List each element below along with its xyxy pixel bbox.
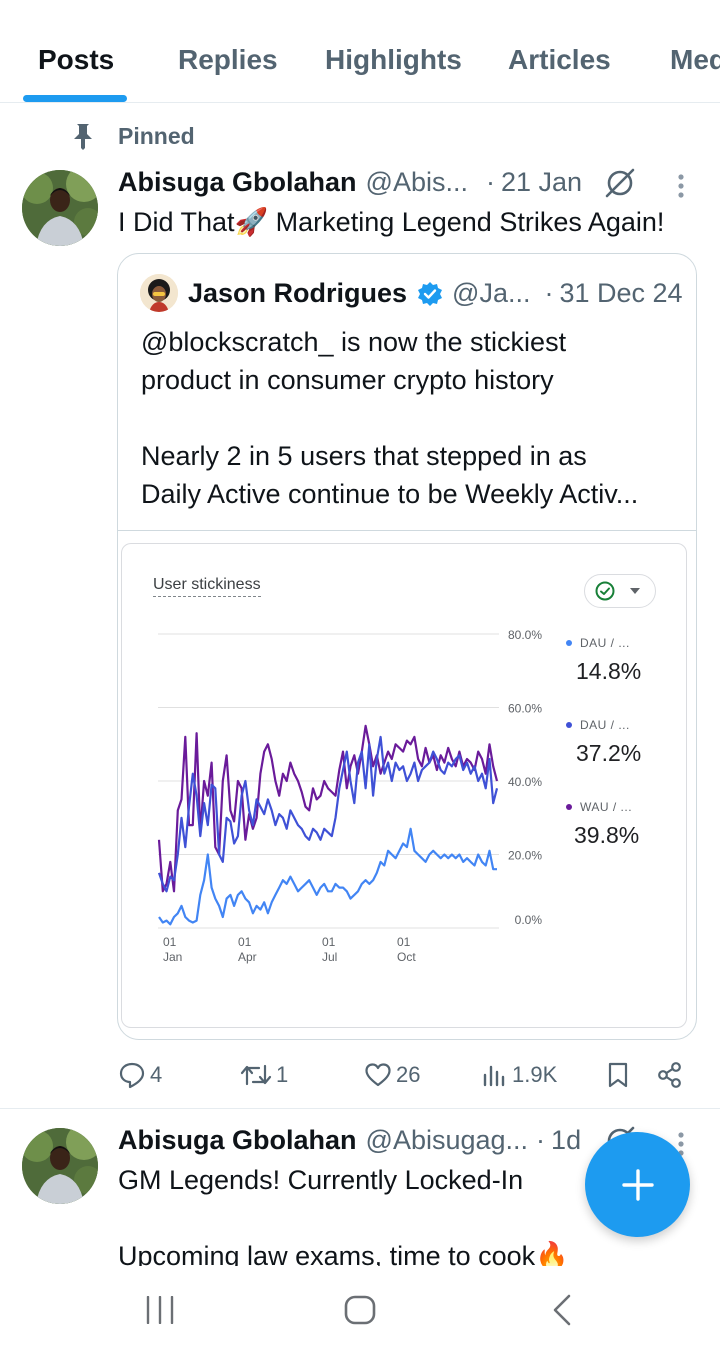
author-name[interactable]: Abisuga Gbolahan: [118, 167, 357, 198]
legend-series-name: DAU / ...: [580, 636, 630, 650]
reply-button[interactable]: 4: [118, 1061, 162, 1089]
quoted-text-line: @blockscratch_ is now the stickiest: [141, 327, 567, 357]
header-separator: ·: [536, 1125, 546, 1155]
user-stickiness-chart: 80.0%60.0%40.0%20.0%0.0%01Jan01Apr01Jul0…: [157, 628, 543, 964]
like-count: 26: [396, 1062, 421, 1087]
quoted-text-line: product in consumer crypto history: [141, 365, 554, 395]
reply-icon: [119, 1062, 145, 1089]
pin-icon: [74, 124, 92, 150]
x-tick-label: 01: [238, 935, 252, 949]
x-tick-label: 01: [397, 935, 411, 949]
share-icon[interactable]: [656, 1061, 684, 1089]
tab-replies[interactable]: Replies: [178, 44, 278, 76]
y-tick-label: 0.0%: [515, 913, 543, 927]
x-tick-label: Oct: [397, 950, 416, 964]
x-tick-label: Apr: [238, 950, 257, 964]
header-separator: ·: [485, 167, 495, 197]
more-options-icon[interactable]: [677, 173, 685, 201]
legend-series-value: 39.8%: [574, 822, 640, 848]
x-tick-label: Jan: [163, 950, 182, 964]
legend-item: WAU / ... 39.8%: [566, 800, 639, 849]
author-handle[interactable]: @Abisugag...: [366, 1125, 529, 1156]
verified-badge-icon: [418, 281, 443, 306]
y-tick-label: 40.0%: [508, 775, 542, 789]
repost-count: 1: [276, 1062, 289, 1087]
post-divider: [0, 1108, 720, 1109]
views-button[interactable]: 1.9K: [482, 1061, 557, 1089]
pinned-indicator: Pinned: [72, 120, 195, 152]
legend-series-value: 37.2%: [576, 740, 642, 766]
tab-highlights[interactable]: Highlights: [325, 44, 462, 76]
tab-media[interactable]: Media: [670, 44, 720, 76]
repost-icon: [240, 1064, 272, 1086]
y-tick-label: 60.0%: [508, 702, 542, 716]
legend-series-name: DAU / ...: [580, 718, 630, 732]
reply-count: 4: [150, 1062, 163, 1087]
profile-tabs: Posts Replies Highlights Articles Media: [0, 0, 720, 103]
grok-icon[interactable]: [603, 166, 637, 200]
x-tick-label: Jul: [322, 950, 337, 964]
series-line-0: [158, 827, 497, 926]
y-tick-label: 20.0%: [508, 849, 542, 863]
quoted-header: Jason Rodrigues @Ja... · 31 Dec 24: [188, 278, 683, 309]
legend-series-value: 14.8%: [576, 658, 642, 684]
legend-item: DAU / ... 37.2%: [566, 718, 641, 767]
repost-button[interactable]: 1: [240, 1061, 288, 1089]
quoted-media-divider: [118, 530, 696, 531]
compose-post-button[interactable]: [585, 1132, 690, 1237]
y-tick-label: 80.0%: [508, 628, 542, 642]
recent-apps-icon[interactable]: [145, 1296, 175, 1324]
quoted-post[interactable]: Jason Rodrigues @Ja... · 31 Dec 24 @bloc…: [117, 253, 697, 1040]
active-tab-indicator: [23, 95, 127, 102]
quoted-author-handle: @Ja...: [452, 278, 531, 308]
tab-posts[interactable]: Posts: [38, 44, 114, 76]
tweet-header: Abisuga Gbolahan @Abis... · 21 Jan: [118, 167, 582, 198]
post-date[interactable]: 1d: [551, 1125, 581, 1156]
post-date[interactable]: 21 Jan: [501, 167, 582, 198]
like-button[interactable]: 26: [364, 1061, 420, 1089]
plus-icon: [621, 1168, 654, 1201]
home-icon[interactable]: [344, 1295, 376, 1325]
x-tick-label: 01: [163, 935, 177, 949]
post-actions: 4 1 26 1.9K: [0, 1055, 720, 1095]
legend-dot: [566, 804, 572, 810]
pinned-label: Pinned: [118, 122, 195, 149]
quoted-text-line: Nearly 2 in 5 users that stepped in as: [141, 441, 587, 471]
views-icon: [483, 1065, 505, 1087]
chart-image: User stickiness 80.0% 60.0% 40.0% 20.0% 0.0%…: [121, 543, 687, 1028]
post-text-line: Upcoming law exams, time to cook🔥: [118, 1241, 569, 1266]
avatar[interactable]: [22, 1128, 98, 1204]
legend-item: DAU / ... 14.8%: [566, 636, 641, 685]
legend-dot: [566, 722, 572, 728]
quoted-header-separator: ·: [544, 278, 554, 308]
author-name[interactable]: Abisuga Gbolahan: [118, 1125, 357, 1156]
back-icon[interactable]: [551, 1294, 573, 1326]
avatar[interactable]: [22, 170, 98, 246]
system-navigation-bar: [0, 1266, 720, 1357]
legend-series-name: WAU / ...: [580, 800, 633, 814]
views-count: 1.9K: [512, 1062, 558, 1087]
quoted-post-date: 31 Dec 24: [559, 278, 683, 308]
tab-articles[interactable]: Articles: [508, 44, 611, 76]
quoted-text-line: Daily Active continue to be Weekly Activ…: [141, 479, 639, 509]
quoted-avatar: [140, 274, 178, 312]
heart-icon: [365, 1063, 391, 1087]
bookmark-icon[interactable]: [606, 1061, 630, 1089]
tweet-header: Abisuga Gbolahan @Abisugag... · 1d: [118, 1125, 581, 1156]
legend-dot: [566, 640, 572, 646]
post-text-line: GM Legends! Currently Locked-In: [118, 1165, 524, 1195]
post-text: I Did That🚀 Marketing Legend Strikes Aga…: [118, 207, 665, 237]
x-tick-label: 01: [322, 935, 336, 949]
quoted-author-name: Jason Rodrigues: [188, 278, 408, 308]
author-handle[interactable]: @Abis...: [366, 167, 468, 198]
